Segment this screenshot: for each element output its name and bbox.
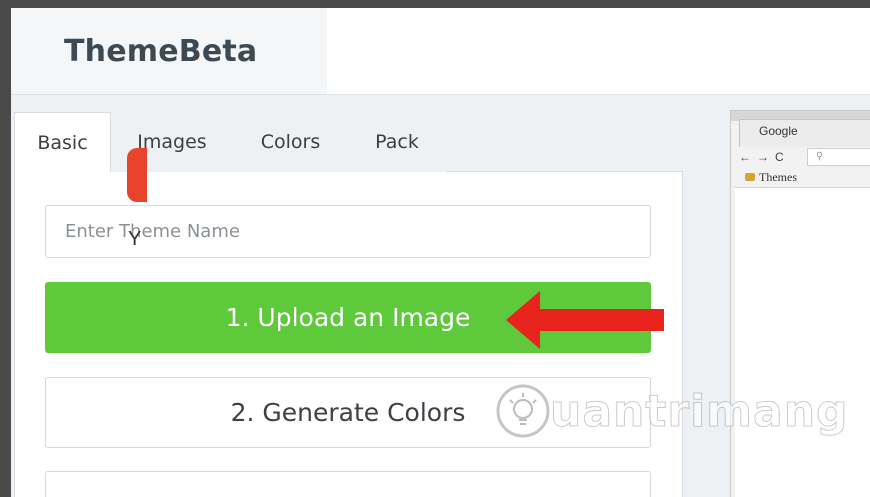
preview-logo-fragment [127, 148, 147, 202]
forward-arrow-icon: → [757, 150, 769, 164]
browser-tab: Google [739, 119, 870, 147]
search-icon: ⚲ [816, 151, 824, 162]
tab-pack[interactable]: Pack [348, 112, 446, 172]
app-logo-title[interactable]: ThemeBeta [11, 8, 327, 94]
step-three-button[interactable] [45, 471, 651, 497]
app-header: ThemeBeta [11, 8, 870, 95]
back-arrow-icon: ← [739, 150, 751, 164]
reload-icon: C [775, 150, 784, 164]
preview-text-fragment: Y [128, 228, 142, 250]
bookmark-folder-icon [745, 173, 755, 181]
generate-colors-button[interactable]: 2. Generate Colors [45, 377, 651, 448]
window-frame-top [0, 0, 870, 8]
preview-omnibox: ⚲ [807, 148, 870, 166]
builder-tabs: Basic Images Colors Pack [14, 112, 683, 172]
tab-colors[interactable]: Colors [233, 112, 348, 172]
window-frame-left [0, 0, 11, 497]
tabs-spacer [446, 112, 683, 172]
tab-basic[interactable]: Basic [14, 112, 111, 172]
bookmark-label: Themes [759, 169, 797, 184]
bookmark-item: Themes [745, 169, 797, 185]
preview-page [735, 187, 870, 497]
red-arrow-annotation [506, 291, 664, 349]
browser-preview: Google ← → C ⚲ Themes [730, 110, 870, 497]
